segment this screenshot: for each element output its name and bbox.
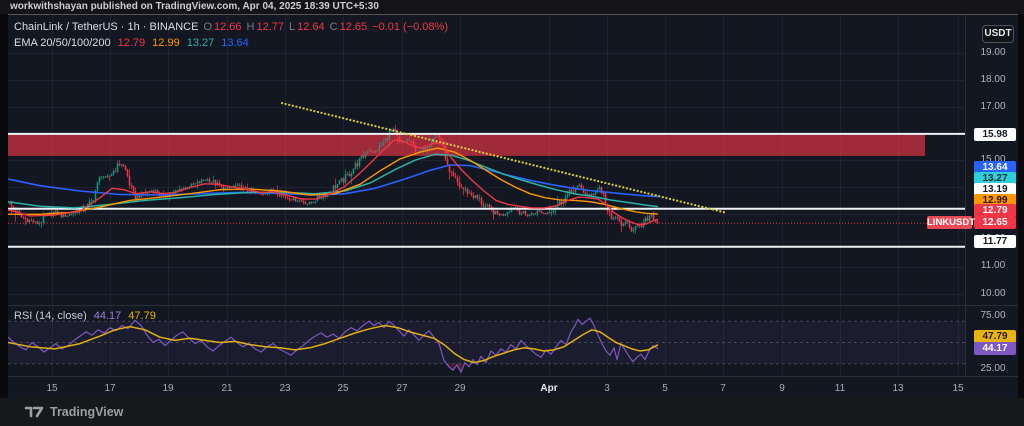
open-label: O [203,21,212,33]
time-tick: 29 [454,383,466,394]
price-tick: 18.00 [980,74,1006,85]
rsi-label[interactable]: RSI (14, close) [14,310,87,322]
ema100-legend-value: 13.27 [186,37,215,49]
symbol-price-tag: LINKUSDT [927,215,976,229]
tradingview-logo-icon[interactable] [24,405,44,419]
price-tick: 17.00 [980,101,1006,112]
chart-canvas[interactable] [8,15,1018,398]
ema-values: 12.79 12.99 13.27 13.64 [118,37,249,49]
currency-toggle-button[interactable]: USDT [982,25,1014,43]
time-tick: 3 [604,383,610,394]
close-label: C [329,21,338,33]
attribution-text: workwithshayan published on TradingView.… [10,1,379,12]
time-tick: 15 [952,383,964,394]
price-tick: 25.00 [980,363,1006,374]
tradingview-logo-text[interactable]: TradingView [50,405,123,419]
rsi-legend: RSI (14, close) 44.17 47.79 [14,310,156,322]
price-label-pill: 47.79 [974,329,1016,343]
time-tick: 11 [834,383,846,394]
price-tick: 10.00 [980,288,1006,299]
rsi-band [8,321,965,364]
time-tick: 5 [662,383,668,394]
time-tick: 27 [396,383,408,394]
low-label: L [289,21,296,33]
price-label-pill: 15.98 [974,127,1016,141]
ema-legend: EMA 20/50/100/200 12.79 12.99 13.27 13.64 [14,37,249,49]
chart-frame: ChainLink / TetherUS · 1h · BINANCE O 12.… [8,14,1018,398]
time-tick: Apr [540,383,558,394]
high-value: 12.77 [256,21,285,33]
symbol-legend: ChainLink / TetherUS · 1h · BINANCE O 12.… [14,21,448,33]
tradingview-snapshot: workwithshayan published on TradingView.… [0,0,1024,426]
open-value: 12.66 [214,21,242,33]
close-value: 12.65 [339,21,368,33]
ema20-legend-value: 12.79 [117,37,146,49]
rsi-ma-value: 47.79 [128,310,156,322]
bottom-bar: TradingView [0,398,1024,426]
price-label-pill: 12.65 [974,215,1016,229]
resistance-zone-tint [8,133,925,156]
price-tick: 75.00 [980,310,1006,321]
time-tick: 13 [892,383,904,394]
time-tick: 25 [337,383,349,394]
time-tick: 7 [720,383,726,394]
price-axis[interactable]: 19.0018.0017.0015.0012.0011.0010.0075.00… [927,15,1018,376]
low-value: 12.64 [297,21,325,33]
ema200-legend-value: 13.64 [221,37,249,49]
change-value: −0.01 (−0.08%) [372,21,448,33]
time-axis[interactable]: 15 17 19 21 23 25 27 29 Apr 3 5 7 9 11 13 15 [8,379,965,394]
rsi-value: 44.17 [93,310,122,322]
time-tick: 19 [162,383,174,394]
ema50-legend-value: 12.99 [152,37,180,49]
ema-label[interactable]: EMA 20/50/100/200 [14,37,111,49]
symbol-title[interactable]: ChainLink / TetherUS · 1h · BINANCE [14,21,198,33]
time-tick: 15 [46,383,58,394]
time-tick: 9 [779,383,785,394]
time-tick: 17 [104,383,116,394]
price-tick: 19.00 [980,47,1006,58]
high-label: H [246,21,255,33]
time-tick: 21 [221,383,233,394]
price-tick: 11.00 [980,260,1006,271]
attribution-bar: workwithshayan published on TradingView.… [0,0,1024,14]
price-label-pill: 44.17 [974,341,1016,355]
price-label-pill: 11.77 [974,234,1016,248]
time-tick: 23 [279,383,291,394]
trendline[interactable] [280,101,727,214]
